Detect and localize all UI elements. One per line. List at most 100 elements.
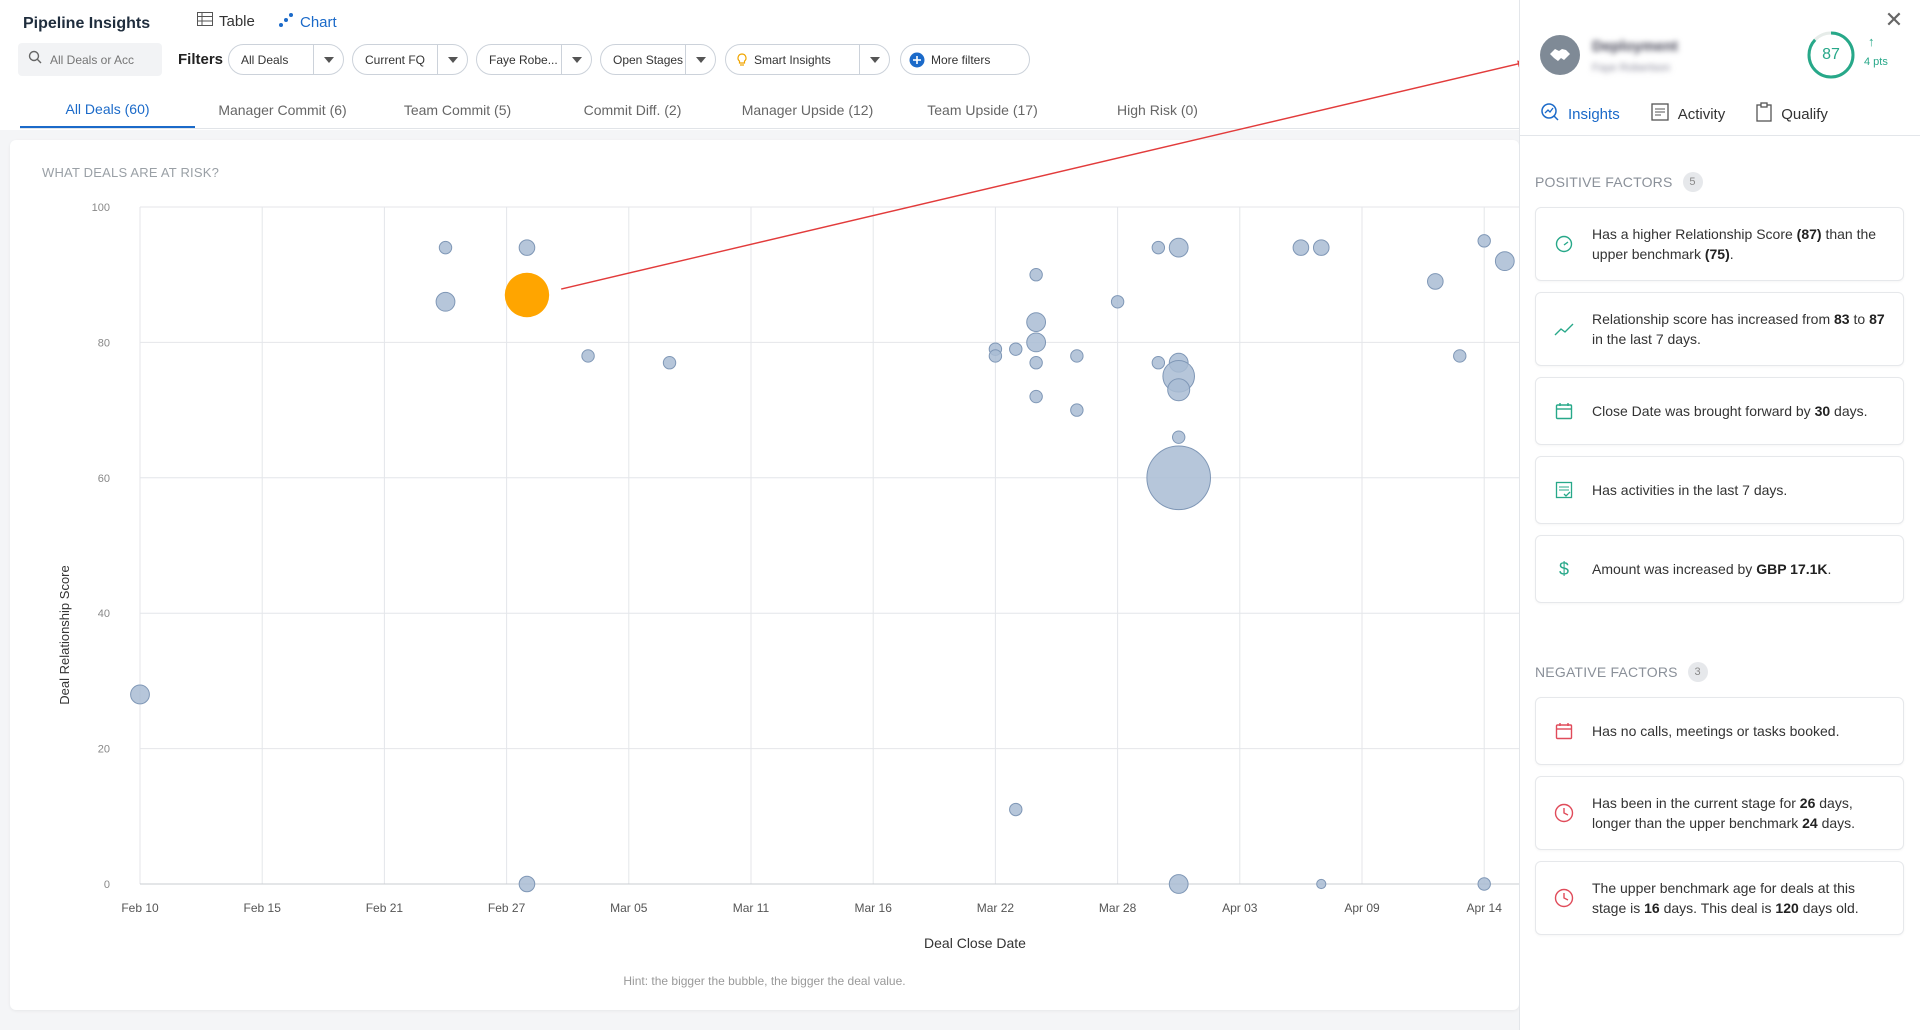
svg-text:$: $ bbox=[1559, 559, 1569, 579]
view-chart-label: Chart bbox=[300, 13, 337, 31]
score-change: 4 pts bbox=[1864, 56, 1888, 68]
deal-bubble bbox=[1292, 239, 1310, 256]
tab-insights[interactable]: Insights bbox=[1540, 102, 1620, 126]
factor-text-part: Amount was increased by bbox=[1592, 561, 1757, 577]
factor-card: Relationship score has increased from 83… bbox=[1535, 292, 1904, 366]
x-tick-label: Mar 05 bbox=[610, 901, 648, 915]
filter-stages[interactable]: Open Stages bbox=[600, 44, 716, 75]
factor-value: 24 bbox=[1802, 815, 1818, 831]
table-icon bbox=[197, 12, 213, 30]
chart-card: WHAT DEALS ARE AT RISK? 0 20 40 60 80 100 Feb… bbox=[10, 140, 1519, 1010]
deal-bubble bbox=[988, 349, 1003, 363]
deal-bubble bbox=[130, 684, 150, 705]
factor-text-part: Has a higher Relationship Score bbox=[1592, 226, 1797, 242]
tab-manager-commit[interactable]: Manager Commit (6) bbox=[195, 92, 370, 128]
plus-circle-icon bbox=[901, 52, 925, 68]
filter-owner-label: Faye Robe... bbox=[489, 52, 558, 67]
deal-tabs: All Deals (60) Manager Commit (6) Team C… bbox=[20, 92, 1245, 128]
clock-icon bbox=[1536, 803, 1592, 823]
panel-tabs: Insights Activity Qualify bbox=[1540, 102, 1858, 126]
bubble-chart: 0 20 40 60 80 100 Feb 10 Feb 15 Feb 21 Feb 27 Mar… bbox=[57, 202, 1519, 951]
factor-card: Close Date was brought forward by 30 day… bbox=[1535, 377, 1904, 445]
deal-bubble bbox=[518, 875, 536, 893]
x-tick-label: Apr 14 bbox=[1467, 901, 1503, 915]
lightbulb-icon bbox=[726, 52, 748, 67]
view-table-label: Table bbox=[219, 12, 255, 30]
deal-bubble bbox=[1316, 878, 1327, 890]
tab-manager-upside[interactable]: Manager Upside (12) bbox=[720, 92, 895, 128]
factor-value: (75) bbox=[1704, 246, 1730, 262]
account-name: Deployment bbox=[1592, 38, 1678, 55]
deal-bubble bbox=[1029, 356, 1043, 370]
tab-qualify[interactable]: Qualify bbox=[1755, 102, 1828, 126]
factor-text: Relationship score has increased from 83… bbox=[1592, 309, 1903, 349]
view-chart-toggle[interactable]: Chart bbox=[278, 12, 337, 32]
deal-bubble bbox=[1427, 273, 1444, 290]
filter-deals-label: All Deals bbox=[241, 52, 289, 67]
tab-team-upside[interactable]: Team Upside (17) bbox=[895, 92, 1070, 128]
y-axis-label: Deal Relationship Score bbox=[57, 565, 72, 704]
highlighted-deal-bubble bbox=[504, 272, 550, 318]
tab-activity[interactable]: Activity bbox=[1650, 102, 1725, 126]
deal-bubble bbox=[1070, 349, 1084, 363]
gauge-icon bbox=[1536, 235, 1592, 253]
deal-bubble bbox=[1477, 877, 1491, 891]
deal-bubble bbox=[518, 239, 536, 256]
factor-text-part: Has activities in the last 7 days. bbox=[1592, 482, 1788, 498]
chart-hint: Hint: the bigger the bubble, the bigger … bbox=[623, 974, 906, 988]
search-input[interactable] bbox=[50, 52, 160, 67]
factor-value: 16 bbox=[1644, 900, 1660, 916]
filter-period[interactable]: Current FQ bbox=[352, 44, 468, 75]
deal-bubble bbox=[1477, 234, 1491, 248]
deal-bubble bbox=[1168, 874, 1189, 894]
deal-bubble bbox=[438, 240, 453, 255]
positive-factors-title: POSITIVE FACTORS bbox=[1535, 174, 1673, 190]
factor-value: 26 bbox=[1799, 795, 1816, 811]
activity-list-icon bbox=[1650, 102, 1670, 126]
factor-text: Has activities in the last 7 days. bbox=[1592, 480, 1799, 500]
close-icon[interactable]: ✕ bbox=[1882, 8, 1906, 32]
y-tick-label: 40 bbox=[98, 608, 110, 620]
factor-text-part: days. bbox=[1830, 403, 1868, 419]
factor-card: Has activities in the last 7 days. bbox=[1535, 456, 1904, 524]
more-filters-button[interactable]: More filters bbox=[900, 44, 1030, 75]
deal-bubble bbox=[1009, 802, 1023, 817]
filter-owner[interactable]: Faye Robe... bbox=[476, 44, 592, 75]
chevron-down-icon[interactable] bbox=[859, 45, 889, 74]
y-tick-label: 100 bbox=[92, 202, 110, 214]
y-tick-label: 0 bbox=[104, 879, 110, 891]
tab-commit-diff[interactable]: Commit Diff. (2) bbox=[545, 92, 720, 128]
deal-bubble bbox=[1009, 342, 1023, 356]
factor-text-part: in the last 7 days. bbox=[1592, 331, 1701, 347]
chevron-down-icon[interactable] bbox=[313, 45, 343, 74]
factor-text-part: . bbox=[1827, 561, 1832, 577]
factor-text: Close Date was brought forward by 30 day… bbox=[1592, 401, 1880, 421]
negative-factors-title: NEGATIVE FACTORS bbox=[1535, 664, 1678, 680]
factor-text-part: . bbox=[1729, 246, 1734, 262]
tab-all-deals[interactable]: All Deals (60) bbox=[20, 92, 195, 128]
relationship-score: 87 bbox=[1822, 46, 1840, 63]
negative-factors-count: 3 bbox=[1687, 662, 1708, 682]
x-tick-label: Feb 15 bbox=[244, 901, 282, 915]
dollar-icon: $ bbox=[1536, 559, 1592, 579]
chevron-down-icon[interactable] bbox=[685, 45, 715, 74]
factor-value: 83 bbox=[1834, 311, 1850, 327]
factor-card: $ Amount was increased by GBP 17.1K. bbox=[1535, 535, 1904, 603]
chevron-down-icon[interactable] bbox=[561, 45, 591, 74]
account-owner: Faye Robertson bbox=[1592, 62, 1671, 74]
view-table-toggle[interactable]: Table bbox=[197, 12, 255, 30]
factor-text: The upper benchmark age for deals at thi… bbox=[1592, 878, 1903, 918]
search-box[interactable] bbox=[18, 43, 162, 76]
factor-text-part: days old. bbox=[1798, 900, 1859, 916]
filter-deals[interactable]: All Deals bbox=[228, 44, 344, 75]
tab-team-commit[interactable]: Team Commit (5) bbox=[370, 92, 545, 128]
tab-high-risk[interactable]: High Risk (0) bbox=[1070, 92, 1245, 128]
filter-smart-insights[interactable]: Smart Insights bbox=[725, 44, 890, 75]
filters-label: Filters bbox=[178, 51, 224, 68]
deal-bubble bbox=[1453, 349, 1467, 363]
chart-bubbles bbox=[130, 234, 1515, 894]
tab-insights-label: Insights bbox=[1568, 105, 1620, 123]
positive-factors-count: 5 bbox=[1682, 172, 1703, 192]
scatter-chart-icon bbox=[278, 12, 294, 32]
chevron-down-icon[interactable] bbox=[437, 45, 467, 74]
